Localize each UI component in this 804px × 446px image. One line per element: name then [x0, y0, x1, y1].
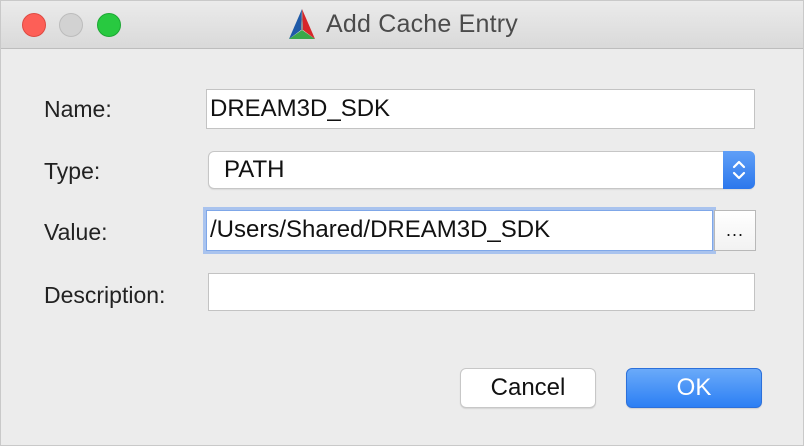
- up-down-chevron-icon: [723, 151, 755, 189]
- name-label: Name:: [44, 96, 112, 122]
- browse-button[interactable]: ...: [714, 210, 756, 251]
- description-label: Description:: [44, 282, 166, 308]
- type-label: Type:: [44, 158, 101, 184]
- type-select-value: PATH: [224, 156, 285, 183]
- window-title: Add Cache Entry: [326, 10, 518, 38]
- add-cache-entry-dialog: Add Cache Entry Name: DREAM3D_SDK Type: …: [0, 0, 804, 446]
- type-select[interactable]: PATH: [208, 151, 755, 189]
- value-input[interactable]: /Users/Shared/DREAM3D_SDK: [206, 210, 713, 251]
- window-title-area: Add Cache Entry: [1, 1, 803, 48]
- value-label: Value:: [44, 219, 108, 245]
- cancel-button[interactable]: Cancel: [460, 368, 596, 408]
- ok-button[interactable]: OK: [626, 368, 762, 408]
- name-input[interactable]: DREAM3D_SDK: [206, 89, 755, 129]
- title-bar: Add Cache Entry: [1, 1, 803, 49]
- cmake-triangle-icon: [289, 8, 315, 39]
- description-input[interactable]: [208, 273, 755, 311]
